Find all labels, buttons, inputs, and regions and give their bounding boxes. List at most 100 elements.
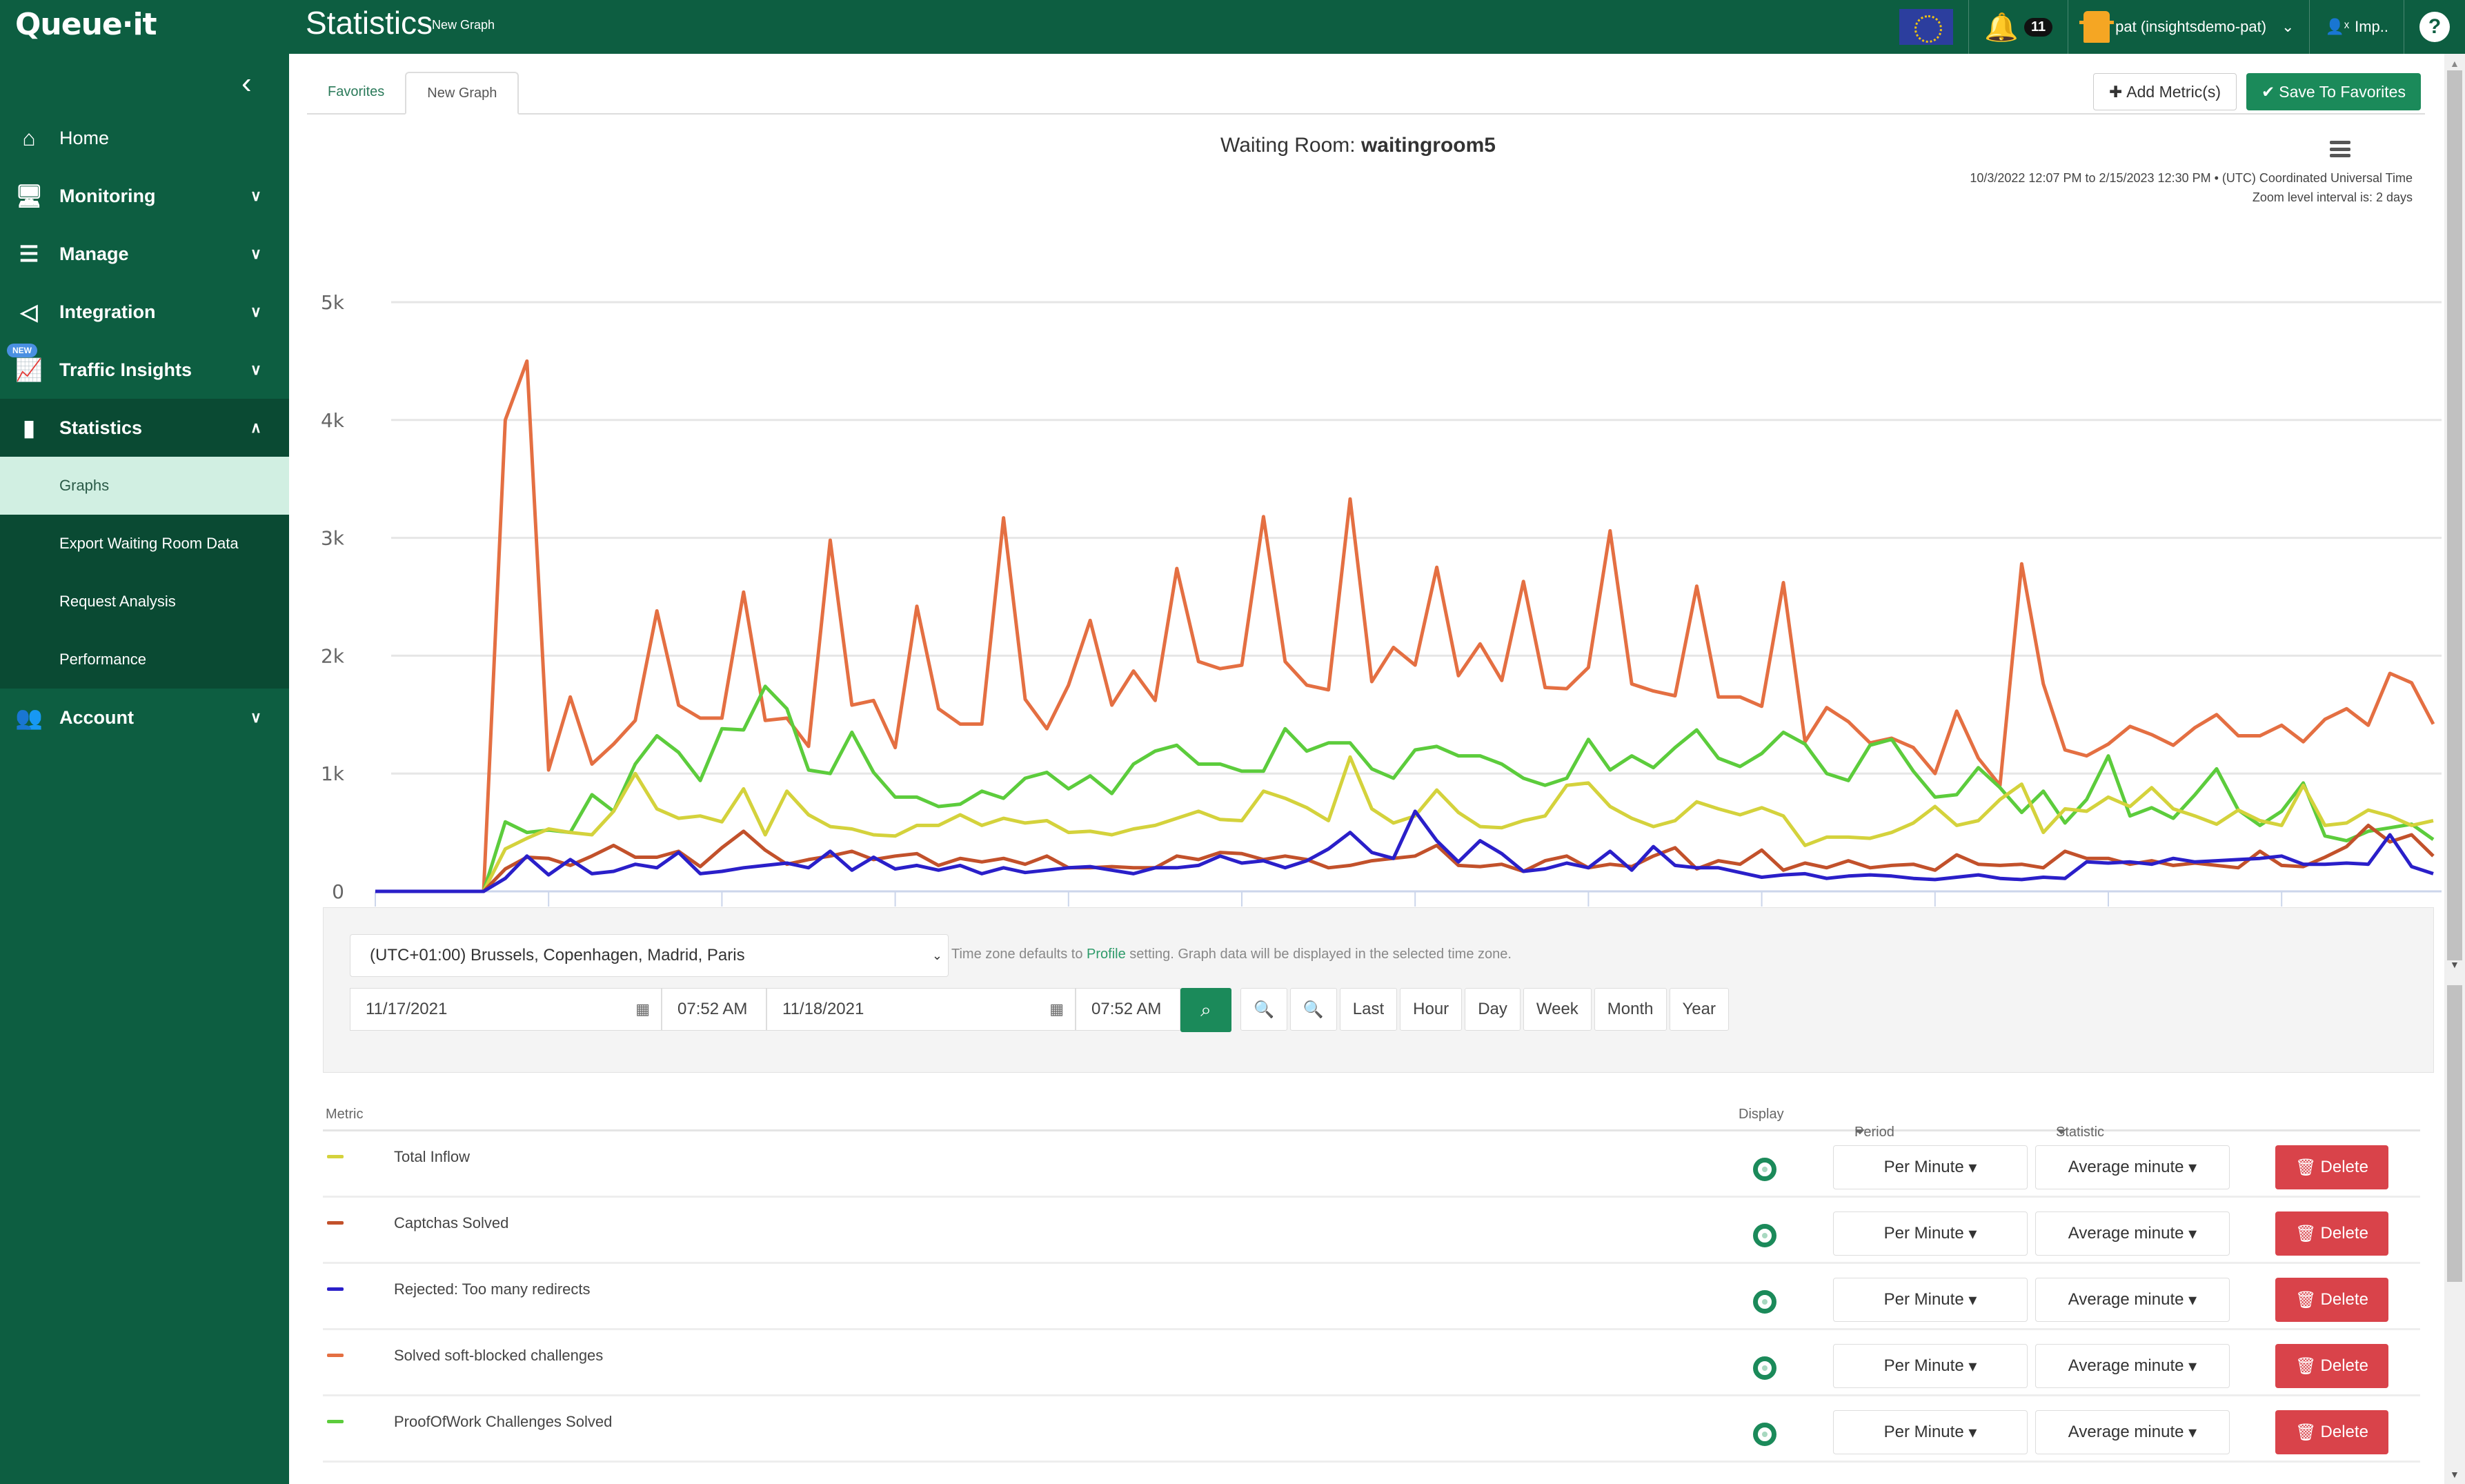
delete-button[interactable]: 🗑 Delete bbox=[2275, 1211, 2388, 1256]
scroll-thumb[interactable] bbox=[2447, 70, 2462, 960]
sidebar-item-traffic-insights[interactable]: NEW 📈 Traffic Insights ∨ bbox=[0, 341, 289, 399]
plus-icon: ✚ bbox=[2109, 82, 2123, 101]
display-toggle[interactable] bbox=[1753, 1290, 1776, 1314]
scroll-up-icon[interactable]: ▲ bbox=[2450, 58, 2459, 69]
period-dropdown[interactable]: Per Minute ▾ bbox=[1833, 1211, 2028, 1256]
scroll-thumb-secondary[interactable] bbox=[2447, 985, 2462, 1282]
display-toggle[interactable] bbox=[1753, 1158, 1776, 1181]
sidebar-item-home[interactable]: ⌂ Home bbox=[0, 109, 289, 167]
zoom-out-icon: 🔍 bbox=[1303, 1000, 1324, 1019]
y-tick-label: 0 bbox=[332, 880, 344, 903]
spy-user-icon bbox=[2079, 11, 2115, 43]
series-color-swatch bbox=[327, 1287, 344, 1291]
sidebar-subitem-request-analysis[interactable]: Request Analysis bbox=[0, 573, 289, 631]
table-row: Rejected: Too many redirects Per Minute … bbox=[323, 1264, 2420, 1330]
display-toggle[interactable] bbox=[1753, 1224, 1776, 1247]
display-toggle[interactable] bbox=[1753, 1423, 1776, 1446]
period-value: Per Minute bbox=[1883, 1158, 1964, 1176]
sidebar-subitem-graphs[interactable]: Graphs bbox=[0, 457, 289, 515]
delete-button[interactable]: 🗑 Delete bbox=[2275, 1344, 2388, 1388]
profile-link[interactable]: Profile bbox=[1087, 947, 1126, 962]
tab-new-graph[interactable]: New Graph bbox=[405, 72, 519, 115]
statistic-dropdown[interactable]: Average minute ▾ bbox=[2035, 1211, 2230, 1256]
sidebar-item-label: Monitoring bbox=[59, 185, 156, 206]
period-dropdown[interactable]: Per Minute ▾ bbox=[1833, 1344, 2028, 1388]
end-date-input[interactable]: 11/18/2021 ▦ bbox=[766, 988, 1076, 1031]
sidebar-item-monitoring[interactable]: 🖥 Monitoring ∨ bbox=[0, 167, 289, 225]
range-hour-button[interactable]: Hour bbox=[1400, 988, 1463, 1031]
range-last-button[interactable]: Last bbox=[1339, 988, 1398, 1031]
chart-menu-icon[interactable] bbox=[2330, 141, 2350, 157]
sidebar-subitem-export[interactable]: Export Waiting Room Data bbox=[0, 515, 289, 573]
timezone-select[interactable]: (UTC+01:00) Brussels, Copenhagen, Madrid… bbox=[350, 934, 949, 977]
start-date-input[interactable]: 11/17/2021 ▦ bbox=[350, 988, 662, 1031]
delete-button[interactable]: 🗑 Delete bbox=[2275, 1410, 2388, 1454]
scroll-down-icon[interactable]: ▼ bbox=[2450, 1469, 2459, 1480]
caret-down-icon: ▾ bbox=[1968, 1290, 1977, 1309]
delete-label: Delete bbox=[2320, 1356, 2368, 1375]
calendar-icon[interactable]: ▦ bbox=[1049, 1000, 1064, 1018]
users-icon: 👥 bbox=[15, 705, 43, 730]
metric-name: Total Inflow bbox=[394, 1148, 471, 1165]
zoom-out-button[interactable]: 🔍 bbox=[1289, 988, 1337, 1031]
user-name: pat (insightsdemo-pat) bbox=[2115, 18, 2267, 35]
caret-down-icon: ▾ bbox=[1968, 1224, 1977, 1243]
range-week-button[interactable]: Week bbox=[1523, 988, 1592, 1031]
period-dropdown[interactable]: Per Minute ▾ bbox=[1833, 1145, 2028, 1189]
end-time-value: 07:52 AM bbox=[1091, 1000, 1162, 1018]
page-scrollbar[interactable]: ▲ ▼ ▼ bbox=[2444, 54, 2465, 1484]
save-label: Save To Favorites bbox=[2279, 82, 2406, 101]
region-selector[interactable] bbox=[1884, 0, 1968, 54]
statistic-dropdown[interactable]: Average minute ▾ bbox=[2035, 1344, 2230, 1388]
range-month-button[interactable]: Month bbox=[1594, 988, 1667, 1031]
help-button[interactable]: ? bbox=[2404, 0, 2465, 54]
sidebar-item-label: Home bbox=[59, 127, 110, 148]
sidebar-subitem-performance[interactable]: Performance bbox=[0, 631, 289, 689]
collapse-sidebar-icon[interactable]: ‹ bbox=[241, 66, 252, 101]
chart-meta: 10/3/2022 12:07 PM to 2/15/2023 12:30 PM… bbox=[1970, 168, 2413, 207]
sidebar-item-account[interactable]: 👥 Account ∨ bbox=[0, 689, 289, 746]
save-to-favorites-button[interactable]: ✔ Save To Favorites bbox=[2246, 73, 2421, 110]
user-menu[interactable]: pat (insightsdemo-pat) ⌄ bbox=[2068, 0, 2309, 54]
end-time-input[interactable]: 07:52 AM bbox=[1076, 988, 1180, 1031]
impersonate-label: Imp.. bbox=[2355, 18, 2388, 35]
add-metric-button[interactable]: ✚ Add Metric(s) bbox=[2093, 73, 2237, 110]
series-color-swatch bbox=[327, 1420, 344, 1423]
table-row: ProofOfWork Challenges Solved Per Minute… bbox=[323, 1396, 2420, 1463]
date-range-row: 11/17/2021 ▦ 07:52 AM 11/18/2021 ▦ 07:52… bbox=[350, 988, 1231, 1032]
period-value: Per Minute bbox=[1883, 1290, 1964, 1309]
zoom-in-button[interactable]: 🔍 bbox=[1240, 988, 1287, 1031]
help-icon: ? bbox=[2419, 12, 2450, 42]
notifications-button[interactable]: 🔔 11 bbox=[1968, 0, 2068, 54]
range-day-button[interactable]: Day bbox=[1465, 988, 1521, 1031]
sidebar-item-integration[interactable]: ◁ Integration ∨ bbox=[0, 283, 289, 341]
statistic-value: Average minute bbox=[2068, 1224, 2184, 1243]
sidebar-item-manage[interactable]: ☰ Manage ∨ bbox=[0, 225, 289, 283]
queue-it-logo[interactable]: Queue·it bbox=[15, 7, 157, 42]
trash-icon: 🗑 bbox=[2295, 1356, 2317, 1376]
statistic-value: Average minute bbox=[2068, 1423, 2184, 1441]
range-year-button[interactable]: Year bbox=[1669, 988, 1729, 1031]
calendar-icon[interactable]: ▦ bbox=[635, 1000, 650, 1018]
chevron-down-icon: ∨ bbox=[250, 303, 261, 320]
statistic-dropdown[interactable]: Average minute ▾ bbox=[2035, 1145, 2230, 1189]
delete-button[interactable]: 🗑 Delete bbox=[2275, 1278, 2388, 1322]
display-toggle[interactable] bbox=[1753, 1356, 1776, 1380]
trash-icon: 🗑 bbox=[2295, 1224, 2317, 1243]
start-date-value: 11/17/2021 bbox=[366, 1000, 448, 1018]
caret-down-icon: ▾ bbox=[1968, 1158, 1977, 1177]
statistic-dropdown[interactable]: Average minute ▾ bbox=[2035, 1410, 2230, 1454]
period-dropdown[interactable]: Per Minute ▾ bbox=[1833, 1410, 2028, 1454]
chart-zoom-text: Zoom level interval is: 2 days bbox=[2252, 190, 2413, 204]
sidebar-item-label: Traffic Insights bbox=[59, 359, 192, 380]
search-button[interactable]: ⌕ bbox=[1180, 988, 1231, 1032]
tab-favorites[interactable]: Favorites bbox=[307, 70, 405, 113]
period-dropdown[interactable]: Per Minute ▾ bbox=[1833, 1278, 2028, 1322]
chevron-down-icon: ⌄ bbox=[931, 948, 942, 962]
impersonate-button[interactable]: 👤ˣ Imp.. bbox=[2309, 0, 2404, 54]
statistic-dropdown[interactable]: Average minute ▾ bbox=[2035, 1278, 2230, 1322]
scroll-down-icon[interactable]: ▼ bbox=[2450, 959, 2459, 970]
sidebar-item-statistics[interactable]: ▮ Statistics ∧ bbox=[0, 399, 289, 457]
start-time-input[interactable]: 07:52 AM bbox=[662, 988, 766, 1031]
delete-button[interactable]: 🗑 Delete bbox=[2275, 1145, 2388, 1189]
